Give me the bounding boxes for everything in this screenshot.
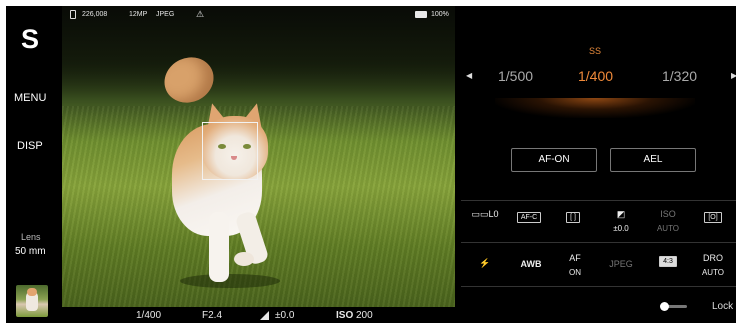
disp-button[interactable]: DISP xyxy=(17,140,43,152)
ev-value: ±0.0 xyxy=(613,224,629,233)
white-balance-button[interactable]: AWB xyxy=(509,246,553,286)
battery-level: 100% xyxy=(431,11,449,18)
iso-button[interactable]: ISO AUTO xyxy=(646,202,690,242)
face-eye-af-button[interactable]: AF ON xyxy=(553,246,597,286)
exposure-compensation-icon xyxy=(260,311,269,320)
cat-tail xyxy=(157,49,221,111)
image-size: 12MP xyxy=(129,11,148,18)
readout-aperture: F2.4 xyxy=(202,310,223,321)
lock-label: Lock xyxy=(712,301,734,312)
shutter-option-next[interactable]: 1/320 xyxy=(662,68,697,84)
readout-iso: 200 xyxy=(356,310,373,321)
white-balance-value: AWB xyxy=(520,259,542,269)
divider xyxy=(461,286,736,287)
camera-app-screen: S MENU DISP Lens 50 mm 226,008 12MP JPEG… xyxy=(6,6,736,323)
dro-value: AUTO xyxy=(701,268,725,277)
shutter-option-current[interactable]: 1/400 xyxy=(578,68,613,84)
shutter-option-previous[interactable]: 1/500 xyxy=(498,68,533,84)
focus-area-button[interactable]: [ ] xyxy=(551,202,595,242)
file-format-button[interactable]: JPEG xyxy=(599,246,643,286)
file-format: JPEG xyxy=(156,11,175,18)
face-eye-af-value: ON xyxy=(569,268,581,277)
metering-icon: [O] xyxy=(704,212,722,223)
divider xyxy=(461,242,736,243)
chevron-left-icon[interactable]: ◀ xyxy=(466,71,472,80)
focus-mode-button[interactable]: AF-C xyxy=(507,202,551,242)
metering-mode-button[interactable]: [O] xyxy=(691,202,735,242)
lock-switch-knob[interactable] xyxy=(660,302,669,311)
exposure-readout: 1/400 F2.4 ±0.0 ISO 200 xyxy=(62,307,455,323)
control-panel: SS ◀ 1/500 1/400 1/320 ▶ AF-ON AEL ▭▭L0 … xyxy=(455,6,736,323)
file-format-value: JPEG xyxy=(609,259,633,269)
face-eye-af-icon: AF xyxy=(569,253,581,263)
dro-label: DRO xyxy=(703,253,723,263)
lens-value[interactable]: 50 mm xyxy=(15,246,46,257)
exposure-compensation-button[interactable]: ◩ ±0.0 xyxy=(599,202,643,242)
drive-mode-button[interactable]: ▭▭L0 xyxy=(463,202,507,242)
flash-icon: ⚡ xyxy=(479,258,491,268)
aspect-ratio-value: 4:3 xyxy=(659,256,677,267)
status-bar: 226,008 12MP JPEG ⚠ 100% xyxy=(62,6,455,24)
menu-button[interactable]: MENU xyxy=(14,92,46,104)
last-photo-thumbnail[interactable] xyxy=(16,285,48,317)
ev-icon: ◩ xyxy=(616,209,626,219)
af-on-button[interactable]: AF-ON xyxy=(511,148,597,172)
aspect-ratio-button[interactable]: 4:3 xyxy=(646,246,690,286)
readout-iso-label: ISO xyxy=(336,310,354,321)
iso-value: AUTO xyxy=(656,224,680,233)
shutter-dial-label: SS xyxy=(589,46,602,56)
flash-mode-button[interactable]: ⚡ xyxy=(463,246,507,286)
battery-icon xyxy=(415,11,427,18)
cat-shadow xyxy=(180,274,280,288)
focus-mode-value: AF-C xyxy=(516,212,542,223)
lens-label: Lens xyxy=(21,232,41,242)
shutter-dial-glow xyxy=(495,98,695,118)
thumbnail-cat-head xyxy=(27,288,37,296)
readout-shutter-speed: 1/400 xyxy=(136,310,162,321)
viewfinder[interactable]: 226,008 12MP JPEG ⚠ 100% xyxy=(62,6,455,307)
drive-mode-icon: ▭▭L0 xyxy=(471,209,499,219)
ael-button[interactable]: AEL xyxy=(610,148,696,172)
dro-button[interactable]: DRO AUTO xyxy=(691,246,735,286)
memory-card-icon xyxy=(70,10,76,19)
shooting-mode[interactable]: S xyxy=(21,24,39,55)
divider xyxy=(461,200,736,201)
warning-icon: ⚠ xyxy=(196,9,205,19)
focus-area-icon: [ ] xyxy=(566,212,580,223)
chevron-right-icon[interactable]: ▶ xyxy=(731,71,736,80)
remaining-shots: 226,008 xyxy=(82,11,108,18)
focus-frame[interactable] xyxy=(202,122,258,180)
drive-mode-value: L0 xyxy=(488,209,499,219)
cat-subject xyxy=(62,6,455,307)
iso-label: ISO xyxy=(660,209,676,219)
cat-front-left-leg xyxy=(209,212,229,282)
cat-right-paw xyxy=(234,252,254,266)
readout-exposure-compensation: ±0.0 xyxy=(275,310,295,321)
left-column: S MENU DISP Lens 50 mm xyxy=(6,6,62,323)
